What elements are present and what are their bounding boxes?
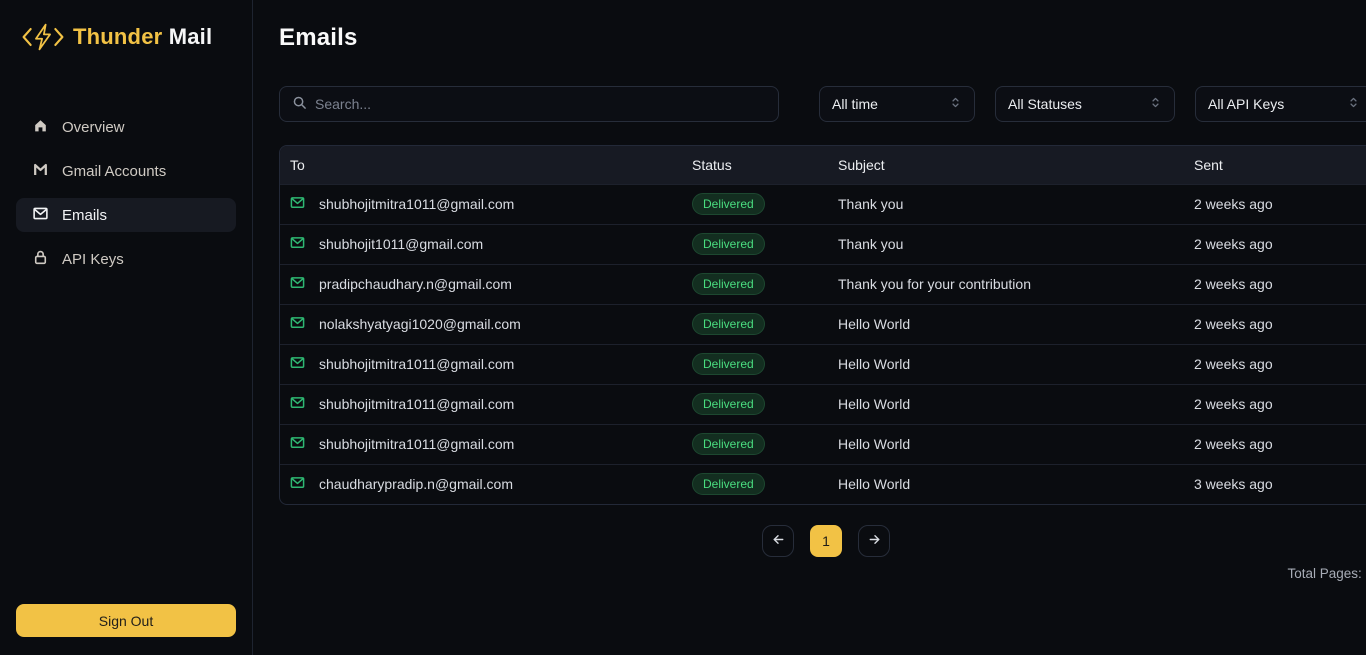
- status-badge: Delivered: [692, 473, 765, 495]
- recipient-email: shubhojit1011@gmail.com: [319, 236, 483, 252]
- table-row[interactable]: nolakshyatyagi1020@gmail.com Delivered H…: [280, 304, 1366, 344]
- table-header-row: To Status Subject Sent: [280, 146, 1366, 184]
- mail-icon: [290, 395, 305, 413]
- mail-icon: [32, 205, 49, 226]
- recipient-email: shubhojitmitra1011@gmail.com: [319, 436, 514, 452]
- column-header-to: To: [280, 146, 682, 184]
- sidebar: Thunder Mail Overview Gmail Accounts Ema…: [0, 0, 253, 655]
- sidebar-item-api-keys[interactable]: API Keys: [16, 242, 236, 276]
- status-filter-select[interactable]: All Statuses: [995, 86, 1175, 122]
- search-box: [279, 86, 779, 122]
- sidebar-item-label: Emails: [62, 207, 107, 224]
- sidebar-item-label: Gmail Accounts: [62, 163, 166, 180]
- main-content: Emails All time All Statuses All API Key…: [253, 0, 1366, 655]
- page-title: Emails: [279, 24, 1366, 52]
- sidebar-nav: Overview Gmail Accounts Emails API Keys: [16, 110, 236, 276]
- status-badge: Delivered: [692, 393, 765, 415]
- status-badge: Delivered: [692, 353, 765, 375]
- email-subject: Hello World: [828, 384, 1184, 424]
- status-badge: Delivered: [692, 313, 765, 335]
- sent-time: 2 weeks ago: [1184, 424, 1366, 464]
- mail-icon: [290, 315, 305, 333]
- recipient-email: nolakshyatyagi1020@gmail.com: [319, 316, 521, 332]
- previous-page-button[interactable]: [762, 525, 794, 557]
- lock-icon: [32, 249, 49, 270]
- brand-name: Thunder Mail: [73, 24, 212, 50]
- recipient-email: shubhojitmitra1011@gmail.com: [319, 396, 514, 412]
- status-badge: Delivered: [692, 233, 765, 255]
- sent-time: 2 weeks ago: [1184, 224, 1366, 264]
- sidebar-item-emails[interactable]: Emails: [16, 198, 236, 232]
- table-row[interactable]: shubhojitmitra1011@gmail.com Delivered T…: [280, 184, 1366, 224]
- column-header-subject: Subject: [828, 146, 1184, 184]
- email-subject: Thank you: [828, 184, 1184, 224]
- email-subject: Hello World: [828, 304, 1184, 344]
- sidebar-item-label: API Keys: [62, 251, 124, 268]
- time-filter-value: All time: [832, 96, 878, 112]
- search-icon: [292, 95, 307, 113]
- chevron-updown-icon: [1149, 96, 1162, 112]
- mail-icon: [290, 435, 305, 453]
- chevron-updown-icon: [949, 96, 962, 112]
- mail-icon: [290, 235, 305, 253]
- arrow-right-icon: [867, 532, 882, 550]
- mail-icon: [290, 195, 305, 213]
- sent-time: 2 weeks ago: [1184, 184, 1366, 224]
- gmail-icon: [32, 161, 49, 182]
- sidebar-item-gmail-accounts[interactable]: Gmail Accounts: [16, 154, 236, 188]
- status-filter-value: All Statuses: [1008, 96, 1082, 112]
- email-subject: Thank you for your contribution: [828, 264, 1184, 304]
- recipient-email: pradipchaudhary.n@gmail.com: [319, 276, 512, 292]
- status-badge: Delivered: [692, 193, 765, 215]
- email-subject: Thank you: [828, 224, 1184, 264]
- table-row[interactable]: shubhojitmitra1011@gmail.com Delivered H…: [280, 424, 1366, 464]
- time-filter-select[interactable]: All time: [819, 86, 975, 122]
- sent-time: 2 weeks ago: [1184, 264, 1366, 304]
- sent-time: 3 weeks ago: [1184, 464, 1366, 504]
- recipient-email: chaudharypradip.n@gmail.com: [319, 476, 513, 492]
- home-icon: [32, 117, 49, 138]
- brand-logo: Thunder Mail: [16, 22, 236, 52]
- emails-table: To Status Subject Sent shubhojitmitra101…: [279, 145, 1366, 505]
- email-subject: Hello World: [828, 344, 1184, 384]
- sent-time: 2 weeks ago: [1184, 384, 1366, 424]
- thunder-bolt-logo-icon: [20, 22, 66, 52]
- email-subject: Hello World: [828, 424, 1184, 464]
- filter-bar: All time All Statuses All API Keys: [279, 86, 1366, 122]
- table-row[interactable]: pradipchaudhary.n@gmail.com Delivered Th…: [280, 264, 1366, 304]
- column-header-status: Status: [682, 146, 828, 184]
- chevron-updown-icon: [1347, 96, 1360, 112]
- status-badge: Delivered: [692, 433, 765, 455]
- sent-time: 2 weeks ago: [1184, 344, 1366, 384]
- status-badge: Delivered: [692, 273, 765, 295]
- total-pages-label: Total Pages: 1: [279, 566, 1366, 581]
- mail-icon: [290, 275, 305, 293]
- table-row[interactable]: shubhojitmitra1011@gmail.com Delivered H…: [280, 344, 1366, 384]
- mail-icon: [290, 355, 305, 373]
- email-subject: Hello World: [828, 464, 1184, 504]
- table-row[interactable]: shubhojitmitra1011@gmail.com Delivered H…: [280, 384, 1366, 424]
- table-row[interactable]: chaudharypradip.n@gmail.com Delivered He…: [280, 464, 1366, 504]
- api-key-filter-select[interactable]: All API Keys: [1195, 86, 1366, 122]
- arrow-left-icon: [771, 532, 786, 550]
- next-page-button[interactable]: [858, 525, 890, 557]
- sign-out-button[interactable]: Sign Out: [16, 604, 236, 637]
- sidebar-item-label: Overview: [62, 119, 125, 136]
- column-header-sent: Sent: [1184, 146, 1366, 184]
- page-number-button[interactable]: 1: [810, 525, 842, 557]
- pagination: 1: [279, 525, 1366, 557]
- table-row[interactable]: shubhojit1011@gmail.com Delivered Thank …: [280, 224, 1366, 264]
- api-key-filter-value: All API Keys: [1208, 96, 1284, 112]
- sidebar-item-overview[interactable]: Overview: [16, 110, 236, 144]
- recipient-email: shubhojitmitra1011@gmail.com: [319, 196, 514, 212]
- mail-icon: [290, 475, 305, 493]
- recipient-email: shubhojitmitra1011@gmail.com: [319, 356, 514, 372]
- sent-time: 2 weeks ago: [1184, 304, 1366, 344]
- search-input[interactable]: [315, 96, 766, 112]
